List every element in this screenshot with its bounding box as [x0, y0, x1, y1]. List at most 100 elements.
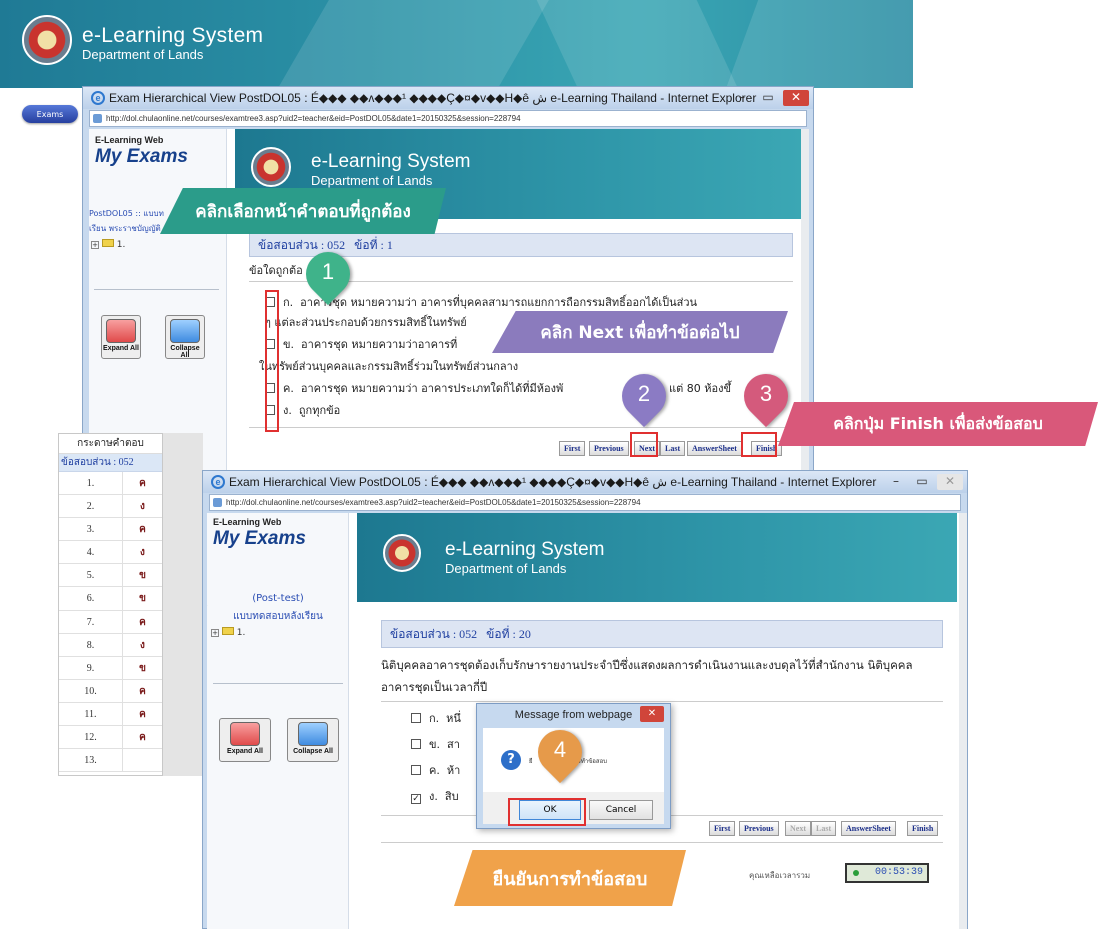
option-text: อาคารชุด หมายความว่าอาคารที่ [301, 338, 458, 351]
answer-row[interactable]: 13. [59, 749, 162, 773]
answer-choice: ค [139, 732, 146, 744]
department-seal-icon [22, 15, 72, 65]
previous-button[interactable]: Previous [589, 441, 629, 456]
exam-link-2[interactable]: เรียน พระราชบัญญัติ [89, 222, 161, 235]
posttest-label[interactable]: (Post-test) [207, 593, 349, 604]
elearning-web-label: E-Learning Web [213, 517, 282, 527]
expand-all-button[interactable]: Expand All [219, 718, 271, 762]
step-number: 4 [553, 737, 567, 762]
callout-next: คลิก Next เพื่อทำข้อต่อไป [492, 311, 788, 353]
header-title: e-Learning System [311, 151, 471, 172]
option-text: หนึ่ [446, 712, 461, 725]
last-button[interactable]: Last [811, 821, 837, 836]
answer-row[interactable]: 9. ข [59, 656, 162, 680]
exams-button[interactable]: Exams [22, 105, 78, 123]
previous-button[interactable]: Previous [739, 821, 779, 836]
first-button[interactable]: First [559, 441, 586, 456]
answer-row[interactable]: 2. ง [59, 495, 162, 519]
finish-button[interactable]: Finish [907, 821, 939, 836]
option-text: อาคารชุด หมายความว่า อาคารประเภทใดก็ได้ท… [300, 382, 564, 395]
collapse-all-button[interactable]: Collapse All [287, 718, 339, 762]
answer-row[interactable]: 1. ค [59, 472, 162, 496]
option-b[interactable]: ข. อาคารชุด หมายความว่าอาคารที่ [265, 335, 457, 355]
answer-choice: ค [139, 524, 146, 536]
header-title: e-Learning System [445, 539, 605, 560]
answer-row[interactable]: 3. ค [59, 518, 162, 542]
page-icon [93, 114, 102, 123]
answer-row[interactable]: 6. ข [59, 587, 162, 611]
timer-dot-icon [853, 870, 859, 876]
minimize-button[interactable]: – [729, 90, 755, 106]
option-checkbox[interactable] [411, 765, 421, 775]
answer-row[interactable]: 7. ค [59, 610, 162, 634]
ok-highlight [508, 798, 586, 826]
answer-row[interactable]: 12. ค [59, 726, 162, 750]
expand-plus-icon[interactable]: + [211, 629, 219, 637]
option-d[interactable]: ✓ ง. สิบ [411, 787, 459, 807]
close-button[interactable]: ✕ [783, 90, 809, 106]
answer-row[interactable]: 11. ค [59, 702, 162, 727]
tree-node[interactable]: + 1. [211, 627, 245, 638]
option-checkbox[interactable] [411, 713, 421, 723]
answer-number: 8. [59, 633, 123, 656]
exam-link[interactable]: PostDOL05 :: แบบท [89, 207, 164, 220]
finish-highlight [741, 432, 777, 457]
maximize-button[interactable]: ▭ [909, 474, 935, 490]
first-button[interactable]: First [709, 821, 736, 836]
answer-row[interactable]: 4. ง [59, 541, 162, 565]
item-label: ข้อที่ : 20 [486, 627, 531, 641]
answersheet-button[interactable]: AnswerSheet [687, 441, 742, 456]
scrollbar[interactable] [959, 513, 967, 929]
address-text: http://dol.chulaonline.net/courses/examt… [106, 114, 521, 123]
tree-item-label: 1. [236, 628, 246, 638]
next-button[interactable]: Next [785, 821, 811, 836]
header-subtitle: Department of Lands [311, 173, 433, 188]
address-bar[interactable]: http://dol.chulaonline.net/courses/examt… [89, 110, 807, 127]
answer-choice: ง [140, 547, 145, 559]
answer-number: 7. [59, 610, 123, 633]
answer-choice [123, 749, 162, 771]
option-b[interactable]: ข. สา [411, 735, 460, 755]
timer-label: คุณเหลือเวลารวม [749, 871, 811, 880]
last-button[interactable]: Last [660, 441, 686, 456]
option-a[interactable]: ก. หนึ่ [411, 709, 461, 729]
minimize-button[interactable]: – [883, 474, 909, 490]
collapse-all-button[interactable]: Collapse All [165, 315, 205, 359]
answer-choice: ข [139, 570, 146, 582]
ie-window-1: e Exam Hierarchical View PostDOL05 : É◆◆… [82, 86, 814, 476]
close-button[interactable]: ✕ [937, 474, 963, 490]
option-letter: ค. [283, 382, 294, 395]
option-c[interactable]: ค. ห้า [411, 761, 460, 781]
answer-number: 3. [59, 518, 123, 541]
window-title-text: Exam Hierarchical View PostDOL05 : É◆◆◆ … [109, 91, 757, 105]
answer-row[interactable]: 10. ค [59, 679, 162, 703]
expand-all-label: Expand All [227, 748, 263, 755]
option-c[interactable]: ค. อาคารชุด หมายความว่า อาคารประเภทใดก็ไ… [265, 379, 563, 399]
answer-number: 1. [59, 472, 123, 495]
answer-row[interactable]: 8. ง [59, 633, 162, 657]
option-checkbox[interactable]: ✓ [411, 794, 421, 804]
folder-icon [221, 627, 234, 635]
option-checkbox[interactable] [411, 739, 421, 749]
question-header: ข้อสอบส่วน : 052 ข้อที่ : 20 [381, 620, 943, 648]
maximize-button[interactable]: ▭ [755, 90, 781, 106]
expand-plus-icon[interactable]: + [91, 241, 99, 249]
my-exams-logo: My Exams [95, 146, 188, 167]
answer-choice: ข [139, 593, 146, 605]
address-bar[interactable]: http://dol.chulaonline.net/courses/examt… [209, 494, 961, 511]
banner-title: e-Learning System [82, 24, 264, 47]
answer-row[interactable]: 5. ข [59, 564, 162, 588]
callout-finish: คลิกปุ่ม Finish เพื่อส่งข้อสอบ [778, 402, 1098, 446]
answersheet-button[interactable]: AnswerSheet [841, 821, 896, 836]
tree-node[interactable]: + 1. [91, 239, 125, 250]
collapse-arrow-icon [170, 319, 200, 343]
expand-arrow-icon [106, 319, 136, 343]
posttest-thai-label[interactable]: แบบทดสอบหลังเรียน [207, 609, 349, 624]
cancel-button[interactable]: Cancel [589, 800, 653, 820]
answer-choice: ค [139, 478, 146, 489]
dialog-close-button[interactable]: ✕ [640, 706, 664, 722]
page-header: e-Learning System Department of Lands [357, 513, 957, 602]
expand-all-button[interactable]: Expand All [101, 315, 141, 359]
window-title: e Exam Hierarchical View PostDOL05 : É◆◆… [83, 87, 813, 109]
top-banner: e-Learning System Department of Lands [0, 0, 913, 88]
